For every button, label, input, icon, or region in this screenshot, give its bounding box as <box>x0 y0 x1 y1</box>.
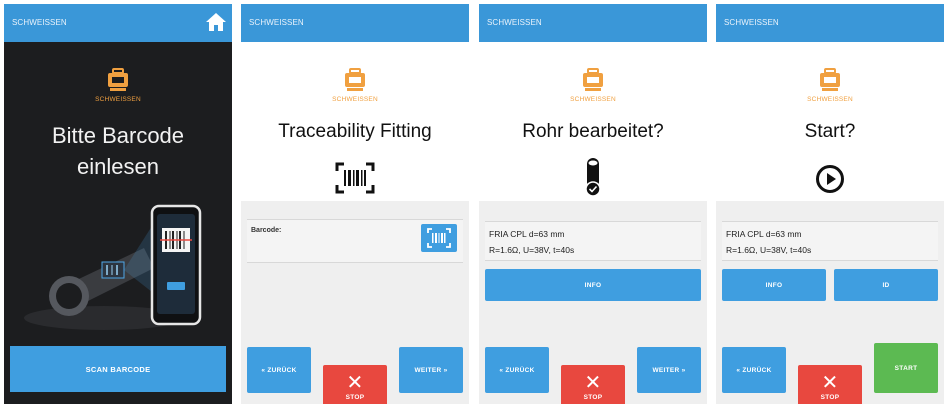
welding-machine-icon <box>108 68 128 91</box>
barcode-scan-icon <box>427 228 451 248</box>
fitting-info: FRIA CPL d=63 mm R=1.6Ω, U=38V, t=40s <box>485 221 701 261</box>
logo-label: SCHWEISSEN <box>95 96 141 103</box>
start-button[interactable]: START <box>874 343 938 393</box>
info-button[interactable]: INFO <box>722 269 826 301</box>
app-bar-title: SCHWEISSEN <box>724 18 779 27</box>
stop-button[interactable]: ✕ STOP <box>798 365 862 404</box>
app-bar: SCHWEISSEN <box>716 4 944 42</box>
screens-strip: SCHWEISSEN SCHWEISSEN Bitte Barcode einl… <box>0 0 944 408</box>
scan-barcode-button[interactable]: SCAN BARCODE <box>10 346 226 392</box>
play-circle-icon-wrap <box>716 164 944 194</box>
logo-label: SCHWEISSEN <box>332 96 378 103</box>
close-icon: ✕ <box>346 371 364 394</box>
close-icon: ✕ <box>584 371 602 394</box>
stop-label: STOP <box>583 393 603 401</box>
fitting-info: FRIA CPL d=63 mm R=1.6Ω, U=38V, t=40s <box>722 221 938 261</box>
page-title: Start? <box>804 121 856 142</box>
welding-logo: SCHWEISSEN <box>4 68 232 103</box>
page-title: Rohr bearbeitet? <box>522 121 664 142</box>
info-button[interactable]: INFO <box>485 269 701 301</box>
back-button[interactable]: « ZURÜCK <box>247 347 311 393</box>
stop-label: STOP <box>820 393 840 401</box>
screen-pipe-processed: SCHWEISSEN SCHWEISSEN Rohr bearbeitet? F… <box>479 4 707 404</box>
back-button[interactable]: « ZURÜCK <box>722 347 786 393</box>
content-area: FRIA CPL d=63 mm R=1.6Ω, U=38V, t=40s IN… <box>716 201 944 404</box>
screen-start: SCHWEISSEN SCHWEISSEN Start? FRIA CPL d=… <box>716 4 944 404</box>
stop-button[interactable]: ✕ STOP <box>561 365 625 404</box>
logo-label: SCHWEISSEN <box>570 96 616 103</box>
welding-machine-icon <box>820 68 840 91</box>
app-bar-title: SCHWEISSEN <box>249 18 304 27</box>
barcode-label: Barcode: <box>251 227 282 234</box>
page-title: Traceability Fitting <box>278 121 432 142</box>
stop-button[interactable]: ✕ STOP <box>323 365 387 404</box>
scan-barcode-button[interactable] <box>421 224 457 252</box>
pipe-check-icon <box>585 158 601 197</box>
play-circle-icon[interactable] <box>815 164 845 194</box>
app-bar: SCHWEISSEN <box>4 4 232 42</box>
pipe-and-phone-scan-illustration <box>24 204 202 330</box>
close-icon: ✕ <box>821 371 839 394</box>
next-button[interactable]: WEITER » <box>399 347 463 393</box>
id-button[interactable]: ID <box>834 269 938 301</box>
fitting-name: FRIA CPL d=63 mm <box>726 229 802 239</box>
app-bar: SCHWEISSEN <box>479 4 707 42</box>
app-bar-title: SCHWEISSEN <box>487 18 542 27</box>
pipe-check-icon-wrap <box>479 156 707 198</box>
barcode-field[interactable]: Barcode: <box>247 219 463 263</box>
barcode-scan-icon-wrap <box>241 162 469 194</box>
next-button[interactable]: WEITER » <box>637 347 701 393</box>
app-bar: SCHWEISSEN <box>241 4 469 42</box>
content-area: Barcode: « ZURÜCK ✕ STOP WEITER » <box>241 201 469 404</box>
app-bar-title: SCHWEISSEN <box>12 18 67 27</box>
fitting-params: R=1.6Ω, U=38V, t=40s <box>726 245 812 255</box>
back-button[interactable]: « ZURÜCK <box>485 347 549 393</box>
welding-logo: SCHWEISSEN <box>241 68 469 103</box>
content-area: FRIA CPL d=63 mm R=1.6Ω, U=38V, t=40s IN… <box>479 201 707 404</box>
welding-logo: SCHWEISSEN <box>716 68 944 103</box>
welding-machine-icon <box>583 68 603 91</box>
barcode-scan-icon <box>335 162 375 194</box>
welding-machine-icon <box>345 68 365 91</box>
screen-traceability-fitting: SCHWEISSEN SCHWEISSEN Traceability Fitti… <box>241 4 469 404</box>
fitting-name: FRIA CPL d=63 mm <box>489 229 565 239</box>
screen-scan-barcode: SCHWEISSEN SCHWEISSEN Bitte Barcode einl… <box>4 4 232 404</box>
home-icon[interactable] <box>205 12 227 32</box>
page-title: Bitte Barcode einlesen <box>51 123 185 179</box>
welding-logo: SCHWEISSEN <box>479 68 707 103</box>
stop-label: STOP <box>345 393 365 401</box>
logo-label: SCHWEISSEN <box>807 96 853 103</box>
fitting-params: R=1.6Ω, U=38V, t=40s <box>489 245 575 255</box>
